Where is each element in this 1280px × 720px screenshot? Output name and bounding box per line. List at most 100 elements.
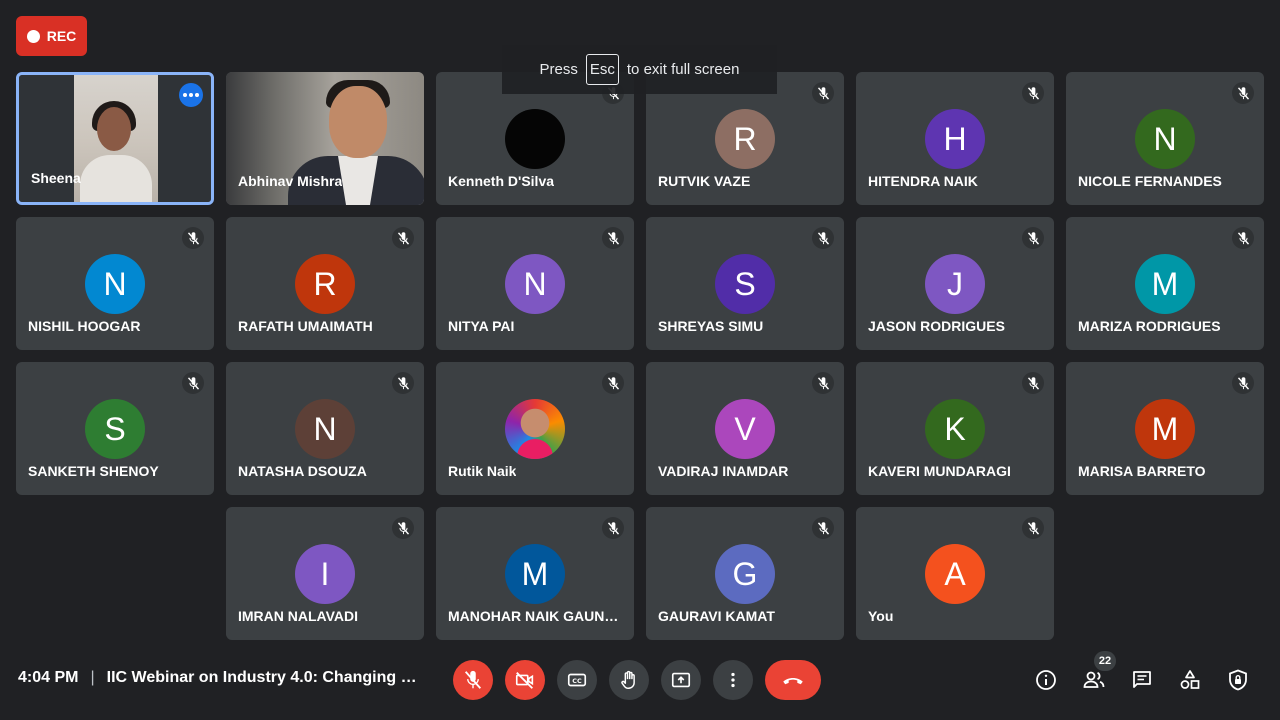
present-icon (671, 672, 691, 688)
muted-mic-icon (812, 227, 834, 249)
participant-tile[interactable]: N NICOLE FERNANDES (1066, 72, 1264, 205)
participant-tile[interactable]: M MANOHAR NAIK GAUNEKAR (436, 507, 634, 640)
participant-name: Sheena (31, 170, 81, 186)
muted-mic-icon (182, 372, 204, 394)
microphone-button[interactable] (453, 660, 493, 700)
muted-mic-icon (812, 82, 834, 104)
present-screen-button[interactable] (661, 660, 701, 700)
chat-icon (1133, 671, 1151, 688)
participant-tile[interactable]: S SANKETH SHENOY (16, 362, 214, 495)
activities-icon (1180, 670, 1200, 689)
avatar: S (715, 254, 775, 314)
avatar: J (925, 254, 985, 314)
participant-name: Kenneth D'Silva (448, 173, 555, 189)
muted-mic-icon (602, 372, 624, 394)
participant-tile[interactable]: A You (856, 507, 1054, 640)
participant-tile[interactable]: J JASON RODRIGUES (856, 217, 1054, 350)
captions-button[interactable]: CC (557, 660, 597, 700)
activities-button[interactable] (1177, 667, 1203, 693)
participant-options-button[interactable] (179, 83, 203, 107)
meeting-details-button[interactable] (1033, 667, 1059, 693)
participant-name: NICOLE FERNANDES (1078, 173, 1222, 189)
avatar: V (715, 399, 775, 459)
participant-count-badge: 22 (1094, 651, 1116, 671)
participant-tile[interactable]: V VADIRAJ INAMDAR (646, 362, 844, 495)
closed-captions-icon: CC (567, 673, 587, 687)
participant-tile[interactable]: K KAVERI MUNDARAGI (856, 362, 1054, 495)
chat-button[interactable] (1129, 667, 1155, 693)
participant-name: HITENDRA NAIK (868, 173, 978, 189)
participant-name: Rutik Naik (448, 463, 517, 479)
hand-icon (621, 670, 635, 689)
muted-mic-icon (602, 227, 624, 249)
participant-tile[interactable]: G GAURAVI KAMAT (646, 507, 844, 640)
recording-indicator: REC (16, 16, 87, 56)
participant-tile[interactable]: Sheena (16, 72, 214, 205)
muted-mic-icon (392, 517, 414, 539)
people-icon (1083, 671, 1105, 688)
participant-name: Abhinav Mishra (238, 173, 343, 189)
avatar: M (1135, 399, 1195, 459)
more-vert-icon (731, 672, 735, 688)
participant-tile[interactable]: N NITYA PAI (436, 217, 634, 350)
participant-name: GAURAVI KAMAT (658, 608, 775, 624)
muted-mic-icon (1232, 82, 1254, 104)
avatar: I (295, 544, 355, 604)
participant-name: SANKETH SHENOY (28, 463, 159, 479)
muted-mic-icon (1022, 372, 1044, 394)
participant-name: RUTVIK VAZE (658, 173, 751, 189)
participant-tile[interactable]: Abhinav Mishra (226, 72, 424, 205)
avatar: R (715, 109, 775, 169)
participant-name: NATASHA DSOUZA (238, 463, 367, 479)
participant-tile[interactable]: Rutik Naik (436, 362, 634, 495)
avatar: G (715, 544, 775, 604)
participant-tile[interactable]: H HITENDRA NAIK (856, 72, 1054, 205)
avatar: N (505, 254, 565, 314)
record-dot-icon (26, 29, 40, 43)
meeting-details[interactable]: 4:04 PM | IIC Webinar on Industry 4.0: C… (18, 669, 417, 687)
muted-mic-icon (1232, 372, 1254, 394)
participant-name: VADIRAJ INAMDAR (658, 463, 789, 479)
muted-mic-icon (1022, 517, 1044, 539)
participant-name: MARISA BARRETO (1078, 463, 1206, 479)
participant-tile[interactable]: N NATASHA DSOUZA (226, 362, 424, 495)
leave-call-button[interactable] (765, 660, 821, 700)
muted-mic-icon (1022, 227, 1044, 249)
avatar (505, 109, 565, 169)
participant-name: NISHIL HOOGAR (28, 318, 141, 334)
participant-tile[interactable]: N NISHIL HOOGAR (16, 217, 214, 350)
meeting-title[interactable]: IIC Webinar on Industry 4.0: Changing s.… (107, 669, 417, 687)
participant-tile[interactable]: M MARIZA RODRIGUES (1066, 217, 1264, 350)
muted-mic-icon (602, 517, 624, 539)
avatar: R (295, 254, 355, 314)
participant-name: SHREYAS SIMU (658, 318, 764, 334)
participant-name: MANOHAR NAIK GAUNEKAR (448, 608, 626, 624)
avatar: H (925, 109, 985, 169)
muted-mic-icon (1022, 82, 1044, 104)
camera-button[interactable] (505, 660, 545, 700)
end-call-icon (783, 677, 803, 685)
muted-mic-icon (812, 517, 834, 539)
participant-tile[interactable]: R RAFATH UMAIMATH (226, 217, 424, 350)
microphone-off-icon (464, 670, 482, 689)
more-options-button[interactable] (713, 660, 753, 700)
current-time: 4:04 PM (18, 669, 79, 686)
participant-name: RAFATH UMAIMATH (238, 318, 373, 334)
participant-tile[interactable]: M MARISA BARRETO (1066, 362, 1264, 495)
muted-mic-icon (182, 227, 204, 249)
toast-suffix: to exit full screen (626, 61, 740, 78)
esc-key: Esc (585, 54, 619, 85)
raise-hand-button[interactable] (609, 660, 649, 700)
host-controls-button[interactable] (1225, 667, 1251, 693)
recording-label: REC (46, 28, 77, 44)
avatar: M (505, 544, 565, 604)
fullscreen-toast: Press Esc to exit full screen (502, 45, 777, 94)
svg-text:CC: CC (572, 677, 582, 685)
participant-name: IMRAN NALAVADI (238, 608, 359, 624)
muted-mic-icon (392, 372, 414, 394)
participant-tile[interactable]: S SHREYAS SIMU (646, 217, 844, 350)
muted-mic-icon (392, 227, 414, 249)
participant-tile[interactable]: I IMRAN NALAVADI (226, 507, 424, 640)
camera-off-icon (515, 672, 534, 689)
muted-mic-icon (1232, 227, 1254, 249)
